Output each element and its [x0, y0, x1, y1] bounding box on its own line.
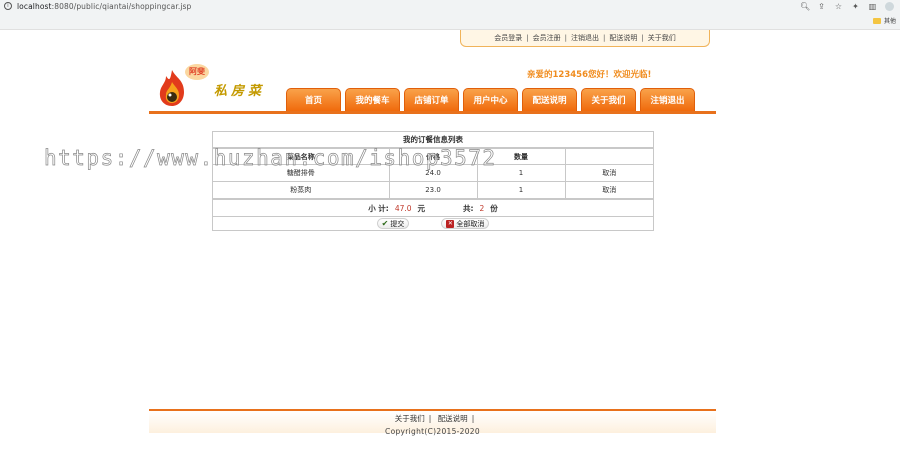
- order-actions: ✔ 提交 ✕ 全部取消: [213, 216, 653, 230]
- nav-tab-shop-orders[interactable]: 店铺订单: [404, 88, 459, 111]
- member-login-link[interactable]: 会员登录: [490, 33, 526, 43]
- nav-tab-home[interactable]: 首页: [286, 88, 341, 111]
- browser-chrome: i localhost:8080/public/qiantai/shopping…: [0, 0, 900, 30]
- order-summary: 小 计: 47.0 元 共: 2 份: [213, 199, 653, 216]
- count-unit: 份: [490, 203, 498, 213]
- browser-toolbar: 🔍︎ ⇪ ☆ ✦ ▥: [800, 0, 894, 12]
- col-header-action: [564, 148, 653, 165]
- nav-tab-my-cart[interactable]: 我的餐车: [345, 88, 400, 111]
- share-icon[interactable]: ⇪: [817, 2, 826, 11]
- col-header-qty: 数量: [476, 148, 566, 165]
- url-text[interactable]: localhost:8080/public/qiantai/shoppingca…: [17, 2, 191, 11]
- subtotal-value: 47.0: [394, 203, 412, 213]
- zoom-icon[interactable]: 🔍︎: [800, 2, 810, 11]
- bookmark-folder[interactable]: 其他: [872, 16, 896, 25]
- bookmark-folder-label: 其他: [883, 18, 896, 25]
- order-table: 菜品名称 价格 数量 糖醋排骨 24.0 1 取消 粉蒸肉 23.0 1 取消: [213, 148, 653, 199]
- cancel-item-link[interactable]: 取消: [564, 164, 653, 182]
- extensions-icon[interactable]: ✦: [851, 2, 860, 11]
- dish-qty: 1: [476, 181, 566, 199]
- nav-tab-logout[interactable]: 注销退出: [640, 88, 695, 111]
- count-label: 共:: [463, 203, 474, 213]
- footer-delivery-info-link[interactable]: 配送说明: [434, 414, 472, 423]
- dish-name: 粉蒸肉: [213, 181, 390, 199]
- dish-qty: 1: [476, 164, 566, 182]
- url-host: localhost: [17, 1, 52, 11]
- nav-tab-user-center[interactable]: 用户中心: [463, 88, 518, 111]
- cancel-all-button[interactable]: ✕ 全部取消: [441, 218, 490, 229]
- delivery-info-link[interactable]: 配送说明: [605, 33, 641, 43]
- nav-underline: [149, 111, 716, 114]
- col-header-price: 价格: [388, 148, 478, 165]
- welcome-message: 亲爱的123456您好！欢迎光临!: [527, 70, 652, 80]
- logout-link[interactable]: 注销退出: [567, 33, 603, 43]
- table-header-row: 菜品名称 价格 数量: [213, 148, 653, 165]
- star-icon[interactable]: ☆: [834, 2, 843, 11]
- main-nav: 首页 我的餐车 店铺订单 用户中心 配送说明 关于我们 注销退出: [286, 88, 695, 111]
- order-list-title: 我的订餐信息列表: [213, 132, 653, 148]
- nav-tab-about-us[interactable]: 关于我们: [581, 88, 636, 111]
- url-path: :8080/public/qiantai/shoppingcar.jsp: [51, 1, 192, 11]
- cancel-all-button-label: 全部取消: [456, 219, 485, 228]
- address-bar[interactable]: i localhost:8080/public/qiantai/shopping…: [0, 0, 800, 12]
- folder-icon: [872, 17, 881, 24]
- nav-tab-delivery-info[interactable]: 配送说明: [522, 88, 577, 111]
- table-row: 粉蒸肉 23.0 1 取消: [213, 181, 653, 199]
- sidebar-icon[interactable]: ▥: [868, 2, 877, 11]
- site-logo[interactable]: 阿斐 私房菜: [152, 62, 282, 112]
- top-links-bar: 会员登录 | 会员注册 | 注销退出 | 配送说明 | 关于我们: [460, 30, 710, 47]
- footer-about-us-link[interactable]: 关于我们: [391, 414, 429, 423]
- dish-price: 24.0: [388, 164, 478, 182]
- col-header-dish: 菜品名称: [213, 148, 390, 165]
- member-register-link[interactable]: 会员注册: [529, 33, 565, 43]
- subtotal-unit: 元: [417, 203, 426, 213]
- site-footer: 关于我们 | 配送说明 | Copyright(C)2015-2020: [149, 411, 716, 436]
- dish-name: 糖醋排骨: [213, 164, 390, 182]
- dish-price: 23.0: [388, 181, 478, 199]
- table-row: 糖醋排骨 24.0 1 取消: [213, 164, 653, 182]
- logo-badge: 阿斐: [185, 64, 209, 80]
- cancel-item-link[interactable]: 取消: [564, 181, 653, 199]
- about-us-link[interactable]: 关于我们: [644, 33, 680, 43]
- logo-brand-text: 私房菜: [214, 84, 266, 99]
- info-icon[interactable]: i: [4, 2, 12, 10]
- check-icon: ✔: [381, 219, 389, 228]
- submit-button-label: 提交: [390, 219, 405, 228]
- submit-button[interactable]: ✔ 提交: [376, 218, 410, 229]
- order-list-panel: 我的订餐信息列表 菜品名称 价格 数量 糖醋排骨 24.0 1 取消 粉蒸肉 2…: [212, 131, 654, 231]
- footer-links: 关于我们 | 配送说明 |: [149, 413, 716, 424]
- count-value: 2: [479, 203, 485, 213]
- subtotal-label: 小 计:: [368, 203, 389, 213]
- copyright-text: Copyright(C)2015-2020: [385, 427, 480, 436]
- profile-avatar[interactable]: [885, 1, 894, 11]
- close-icon: ✕: [446, 219, 455, 228]
